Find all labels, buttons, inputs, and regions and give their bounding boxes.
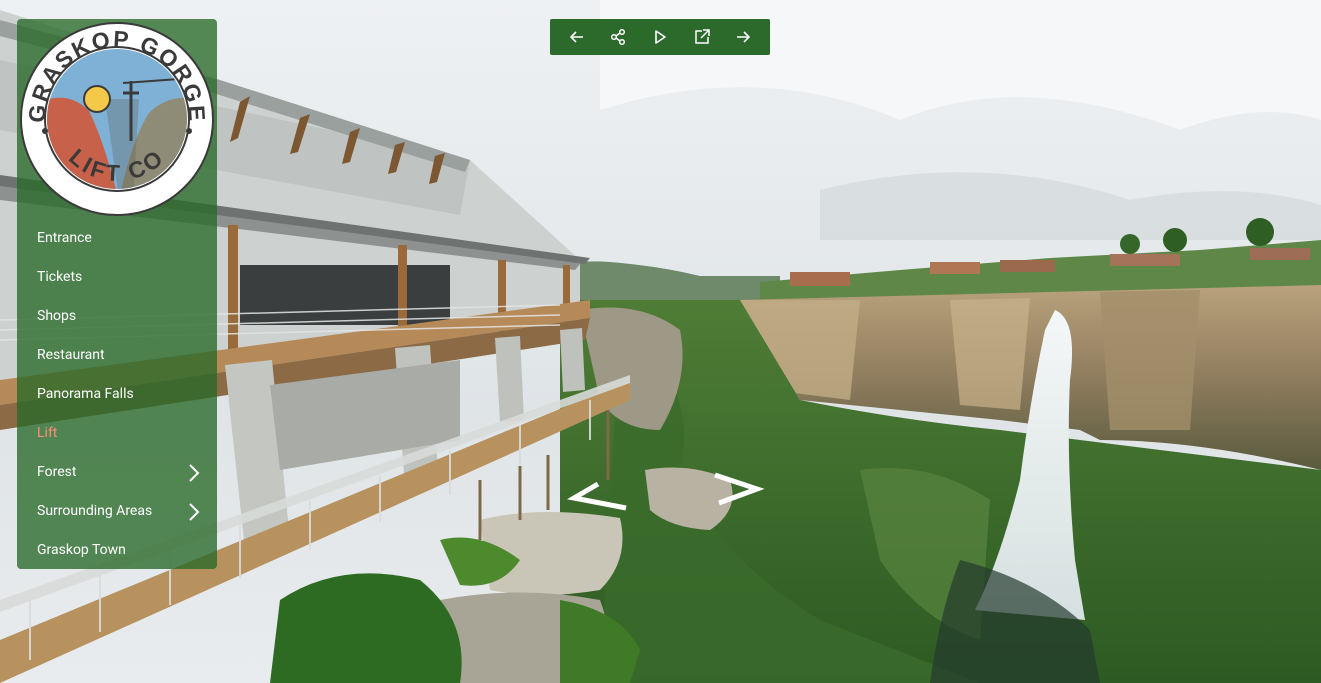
hotspot-left[interactable] (566, 480, 630, 512)
menu-item-label: Forest (37, 464, 77, 480)
chevron-right-icon (189, 464, 200, 482)
hotspot-right[interactable] (705, 472, 765, 506)
menu-item-label: Panorama Falls (37, 386, 134, 402)
graskop-gorge-logo[interactable]: GRASKOP GORGE LIFT CO (19, 21, 215, 217)
chevron-right-icon (189, 503, 200, 521)
menu-item-label: Graskop Town (37, 542, 126, 558)
menu-item-tickets[interactable]: Tickets (17, 258, 217, 297)
menu-item-forest[interactable]: Forest (17, 453, 217, 492)
chevron-right-icon (714, 472, 765, 506)
menu-item-restaurant[interactable]: Restaurant (17, 336, 217, 375)
share-button[interactable] (604, 23, 632, 51)
menu-item-label: Entrance (37, 230, 92, 246)
arrow-right-icon (737, 31, 751, 43)
menu-item-lift[interactable]: Lift (17, 414, 217, 453)
menu-list: Entrance Tickets Shops Restaurant Panora… (17, 219, 217, 570)
menu-item-label: Lift (37, 425, 58, 441)
arrow-left-icon (569, 31, 583, 43)
menu-item-panorama-falls[interactable]: Panorama Falls (17, 375, 217, 414)
play-icon (655, 30, 666, 44)
previous-button[interactable] (563, 23, 591, 51)
menu-item-graskop-town[interactable]: Graskop Town (17, 531, 217, 570)
autoplay-button[interactable] (646, 23, 674, 51)
menu-item-label: Tickets (37, 269, 83, 285)
viewer-toolbar (550, 19, 770, 55)
panorama-viewer[interactable]: GRASKOP GORGE LIFT CO Entrance Tickets S… (0, 0, 1321, 683)
open-external-button[interactable] (688, 23, 716, 51)
sidebar-menu: GRASKOP GORGE LIFT CO Entrance Tickets S… (17, 19, 217, 569)
menu-item-label: Restaurant (37, 347, 105, 363)
menu-item-label: Shops (37, 308, 77, 324)
external-link-icon (694, 29, 710, 44)
chevron-left-icon (566, 481, 627, 511)
next-button[interactable] (729, 23, 757, 51)
menu-item-surrounding-areas[interactable]: Surrounding Areas (17, 492, 217, 531)
share-icon (611, 28, 626, 46)
menu-item-label: Surrounding Areas (37, 503, 153, 519)
menu-item-shops[interactable]: Shops (17, 297, 217, 336)
menu-item-entrance[interactable]: Entrance (17, 219, 217, 258)
